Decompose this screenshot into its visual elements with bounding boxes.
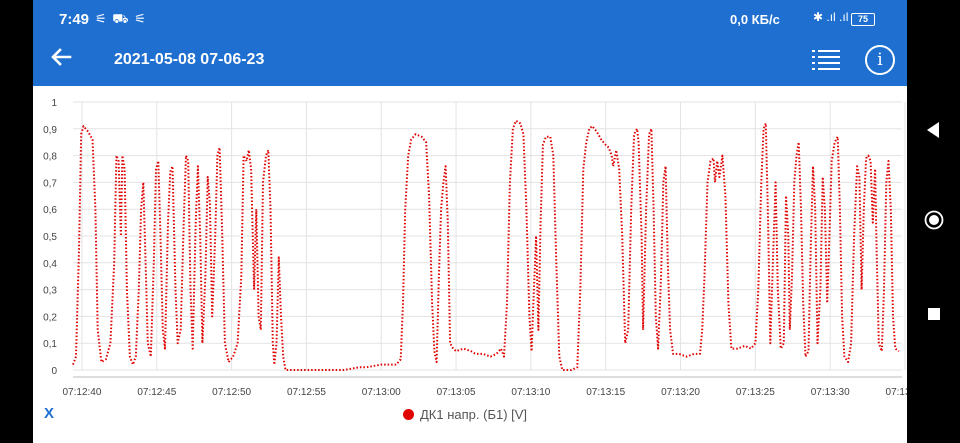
- x-tick-label: 07:13:15: [586, 387, 625, 398]
- battery-icon: 75: [851, 13, 875, 26]
- info-button[interactable]: i: [865, 45, 895, 75]
- network-speed: 0,0 КБ/с: [730, 12, 780, 27]
- x-tick-label: 07:13:25: [736, 387, 775, 398]
- y-tick-label: 0,2: [43, 312, 57, 323]
- chart-legend: ДК1 напр. (Б1) [V]: [403, 407, 527, 422]
- signal-icons: ✱ .ıl .ıl: [813, 10, 849, 24]
- x-tick-label: 07:12:45: [137, 387, 176, 398]
- x-tick-label: 07:13:30: [811, 387, 850, 398]
- x-tick-label: 07:13:05: [437, 387, 476, 398]
- series-dk1-voltage: [72, 119, 900, 371]
- back-arrow-icon[interactable]: [50, 46, 72, 75]
- status-time: 7:49: [59, 11, 90, 28]
- page-title: 2021-05-08 07-06-23: [114, 51, 265, 68]
- arrow-left-icon: [51, 48, 72, 66]
- x-tick-label: 07:12:55: [287, 387, 326, 398]
- y-axis-ticks: 0 0,1 0,2 0,3 0,4 0,5 0,6 0,7 0,8 0,9 1: [43, 98, 57, 377]
- app-bar: 2021-05-08 07-06-23 i: [33, 38, 907, 86]
- y-tick-label: 0,5: [43, 232, 57, 243]
- nav-home-icon[interactable]: [924, 210, 944, 230]
- nav-back-icon[interactable]: [924, 120, 944, 140]
- y-tick-label: 0,7: [43, 178, 57, 189]
- legend-dot-icon: [403, 409, 414, 420]
- y-tick-label: 0,4: [43, 259, 57, 270]
- notification-icons: ⚟ ⛟ ⚟: [95, 11, 147, 26]
- x-tick-label: 07:13:00: [362, 387, 401, 398]
- list-button[interactable]: [812, 48, 840, 72]
- app-screen: 7:49 ⚟ ⛟ ⚟ 0,0 КБ/с ✱ .ıl .ıl 75 2021-05…: [33, 0, 907, 443]
- y-tick-label: 0,3: [43, 286, 57, 297]
- y-tick-label: 0,6: [43, 205, 57, 216]
- status-bar: 7:49 ⚟ ⛟ ⚟ 0,0 КБ/с ✱ .ıl .ıl 75: [33, 0, 907, 38]
- y-tick-label: 1: [51, 98, 57, 109]
- y-tick-label: 0,9: [43, 125, 57, 136]
- legend-label: ДК1 напр. (Б1) [V]: [420, 407, 528, 422]
- series-line: [72, 119, 900, 371]
- x-tick-label: 07:12:50: [212, 387, 251, 398]
- x-axis-ticks: 07:12:40 07:12:45 07:12:50 07:12:55 07:13:00…: [63, 387, 907, 398]
- voltage-line-chart: 00,10,20,30,40,50,60,70,80,91 07:12:40 07…: [43, 98, 907, 398]
- y-tick-label: 0: [51, 366, 57, 377]
- nav-recents-icon[interactable]: [924, 304, 944, 324]
- x-tick-label: 07:12:40: [63, 387, 102, 398]
- x-tick-label: 07:13:10: [511, 387, 550, 398]
- y-tick-label: 0,1: [43, 339, 57, 350]
- x-axis-toggle-button[interactable]: X: [44, 405, 54, 422]
- x-tick-label: 07:13:35: [886, 387, 907, 398]
- y-tick-label: 0,8: [43, 152, 57, 163]
- chart-grid: [73, 101, 906, 378]
- list-icon: [812, 50, 840, 70]
- system-nav-bar: [907, 0, 960, 443]
- x-tick-label: 07:13:20: [661, 387, 700, 398]
